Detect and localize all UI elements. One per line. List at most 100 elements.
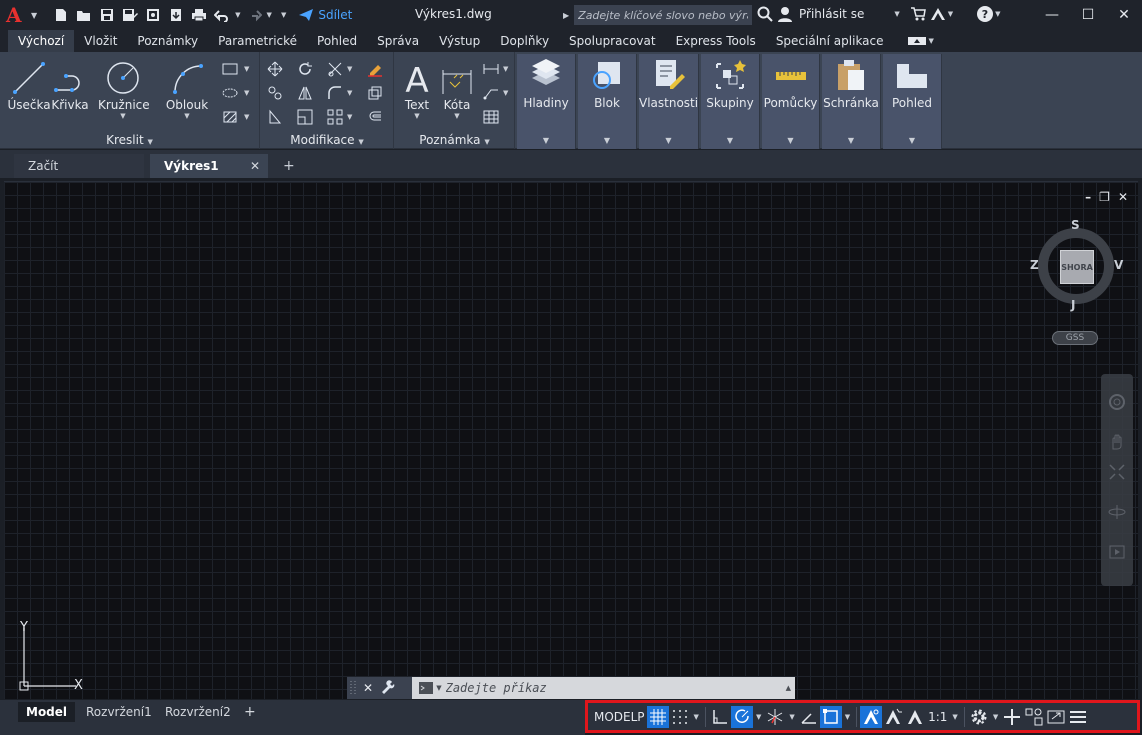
tab-express-tools[interactable]: Express Tools <box>666 30 766 52</box>
layout-tab-layout2[interactable]: Rozvržení2 <box>157 702 239 722</box>
share-button[interactable]: Sdílet <box>298 8 352 22</box>
tab-insert[interactable]: Vložit <box>74 30 127 52</box>
copy-icon[interactable] <box>265 84 285 102</box>
search-input[interactable] <box>574 5 753 25</box>
add-layout-icon[interactable]: + <box>236 702 264 722</box>
array-caret-icon[interactable]: ▼ <box>347 113 352 121</box>
open-icon[interactable] <box>74 5 94 25</box>
circle-caret-icon[interactable]: ▼ <box>98 112 148 120</box>
viewcube-top-face[interactable]: SHORA <box>1060 250 1094 284</box>
redo-icon[interactable] <box>244 5 264 25</box>
save-as-icon[interactable] <box>120 5 140 25</box>
ellipse-icon[interactable] <box>220 84 240 102</box>
file-tab-drawing[interactable]: Výkres1 ✕ <box>150 154 268 178</box>
isodraft-caret-icon[interactable]: ▼ <box>786 713 797 721</box>
annotation-monitor-icon[interactable] <box>1001 706 1023 728</box>
layout-tab-model[interactable]: Model <box>18 702 76 722</box>
command-input[interactable] <box>445 681 786 695</box>
text-button[interactable]: A Text ▼ <box>401 56 433 120</box>
new-tab-icon[interactable]: + <box>283 158 295 174</box>
scale-icon[interactable] <box>295 108 315 126</box>
offset-icon[interactable] <box>365 108 385 126</box>
stretch-icon[interactable] <box>265 108 285 126</box>
showmotion-icon[interactable] <box>1107 542 1127 562</box>
arc-caret-icon[interactable]: ▼ <box>162 112 212 120</box>
fillet-icon[interactable] <box>325 84 345 102</box>
viewport-minimize-icon[interactable]: – <box>1085 190 1091 204</box>
dimension-caret-icon[interactable]: ▼ <box>439 112 475 120</box>
app-menu-caret-icon[interactable]: ▼ <box>31 11 37 20</box>
fillet-caret-icon[interactable]: ▼ <box>347 89 352 97</box>
tab-annotate[interactable]: Poznámky <box>127 30 208 52</box>
rotate-icon[interactable] <box>295 60 315 78</box>
qat-customize-icon[interactable]: ▼ <box>281 11 286 19</box>
file-tab-start[interactable]: Začít <box>14 154 144 178</box>
arc-button[interactable]: Oblouk ▼ <box>162 56 212 120</box>
help-icon[interactable]: ? <box>975 4 995 24</box>
minimize-icon[interactable]: — <box>1034 0 1070 30</box>
annotation-scale-value[interactable]: 1:1 <box>926 706 949 728</box>
panel-block[interactable]: Blok ▼ <box>578 54 637 149</box>
undo-caret-icon[interactable]: ▼ <box>235 11 240 19</box>
drawing-canvas[interactable]: – ❐ ✕ SHORA S J Z V GSS Y X <box>4 181 1138 699</box>
isodraft-icon[interactable] <box>764 706 786 728</box>
maximize-icon[interactable]: ☐ <box>1070 0 1106 30</box>
hatch-icon[interactable] <box>220 108 240 126</box>
command-close-icon[interactable]: ✕ <box>363 681 373 695</box>
trim-caret-icon[interactable]: ▼ <box>347 65 352 73</box>
panel-annotation-footer[interactable]: Poznámka ▼ <box>395 131 514 149</box>
ucs-menu-button[interactable]: GSS <box>1052 331 1098 345</box>
user-icon[interactable] <box>775 4 795 24</box>
tab-view[interactable]: Pohled <box>307 30 367 52</box>
leader-icon[interactable] <box>481 84 501 102</box>
move-icon[interactable] <box>265 60 285 78</box>
print-icon[interactable] <box>189 5 209 25</box>
table-icon[interactable] <box>481 108 501 126</box>
undo-icon[interactable] <box>212 5 232 25</box>
close-icon[interactable]: ✕ <box>1106 0 1142 30</box>
line-button[interactable]: Úsečka <box>6 56 52 112</box>
panel-utilities[interactable]: Pomůcky ▼ <box>762 54 820 149</box>
linear-dimension-caret-icon[interactable]: ▼ <box>503 65 508 73</box>
layout-tab-layout1[interactable]: Rozvržení1 <box>78 702 160 722</box>
orbit-icon[interactable] <box>1107 502 1127 522</box>
tab-addins[interactable]: Doplňky <box>490 30 559 52</box>
panel-layers[interactable]: Hladiny ▼ <box>517 54 576 149</box>
annotation-scale-caret-icon[interactable]: ▼ <box>949 713 960 721</box>
circle-button[interactable]: Kružnice ▼ <box>98 56 150 120</box>
help-caret-icon[interactable]: ▼ <box>995 10 1000 18</box>
zoom-extents-icon[interactable] <box>1107 462 1127 482</box>
steering-wheel-icon[interactable] <box>1107 392 1127 412</box>
viewcube[interactable]: SHORA S J Z V <box>1030 218 1123 312</box>
compass-east-label[interactable]: V <box>1114 258 1123 272</box>
close-tab-icon[interactable]: ✕ <box>250 154 260 178</box>
annotation-scale-icon[interactable] <box>904 706 926 728</box>
tab-collaborate[interactable]: Spolupracovat <box>559 30 666 52</box>
search-icon[interactable] <box>755 4 775 24</box>
tab-featured-apps[interactable]: Speciální aplikace <box>766 30 894 52</box>
tab-parametric[interactable]: Parametrické <box>208 30 307 52</box>
erase-icon[interactable] <box>365 60 385 78</box>
rectangle-caret-icon[interactable]: ▼ <box>244 65 249 73</box>
polyline-button[interactable]: Křivka <box>50 56 90 112</box>
snap-mode-icon[interactable] <box>669 706 691 728</box>
annotation-visibility-icon[interactable] <box>860 705 883 728</box>
redo-caret-icon[interactable]: ▼ <box>267 11 272 19</box>
workspace-gear-icon[interactable] <box>968 706 990 728</box>
panel-groups[interactable]: Skupiny ▼ <box>701 54 760 149</box>
tab-home[interactable]: Výchozí <box>8 30 75 52</box>
command-line-grip[interactable] <box>347 677 361 699</box>
clean-screen-icon[interactable] <box>1045 706 1067 728</box>
cart-icon[interactable] <box>908 4 928 24</box>
new-icon[interactable] <box>51 5 71 25</box>
ribbon-minimize-button[interactable]: ▼ <box>907 30 934 52</box>
mirror-icon[interactable] <box>295 84 315 102</box>
customization-menu-icon[interactable] <box>1067 706 1089 728</box>
command-history-icon[interactable]: ▲ <box>786 684 791 692</box>
leader-caret-icon[interactable]: ▼ <box>503 89 508 97</box>
linear-dimension-icon[interactable] <box>481 60 501 78</box>
object-snap-tracking-icon[interactable] <box>798 706 820 728</box>
grid-icon[interactable] <box>646 705 669 728</box>
panel-properties[interactable]: Vlastnosti ▼ <box>639 54 699 149</box>
viewport-restore-icon[interactable]: ❐ <box>1099 190 1110 204</box>
